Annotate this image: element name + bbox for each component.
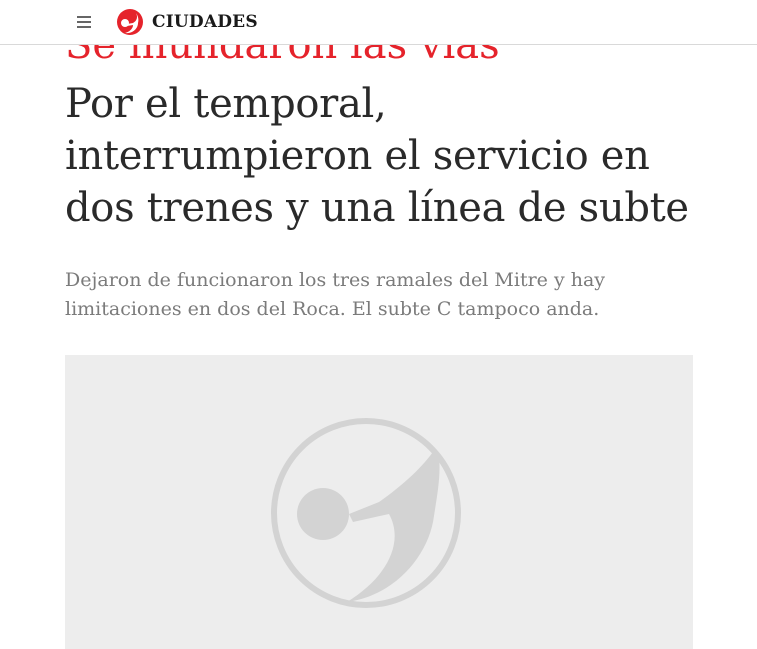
hamburger-menu-icon	[77, 16, 91, 28]
section-title[interactable]: CIUDADES	[152, 11, 258, 33]
page: Se inundaron las vías Por el temporal, i…	[0, 0, 757, 649]
article-headline: Por el temporal, interrumpieron el servi…	[65, 81, 689, 231]
menu-button[interactable]	[66, 5, 102, 39]
article-image-placeholder	[65, 355, 693, 649]
image-placeholder-logo-icon	[271, 418, 461, 608]
top-navigation-bar: CIUDADES	[0, 0, 757, 45]
clarin-logo-icon[interactable]	[116, 8, 144, 36]
article-subtitle: Dejaron de funcionaron los tres ramales …	[65, 269, 606, 320]
